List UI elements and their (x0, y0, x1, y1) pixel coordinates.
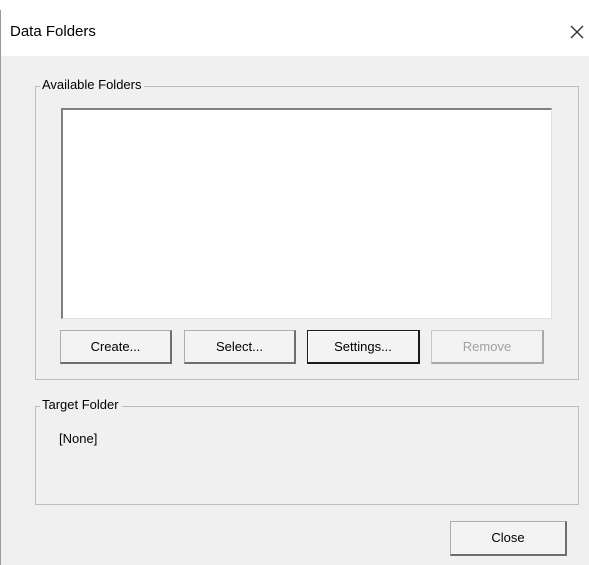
available-folders-group: Available Folders Create... Select... Se… (35, 77, 579, 380)
title-bar: Data Folders (1, 10, 589, 56)
window-title: Data Folders (10, 23, 96, 40)
target-folder-group: Target Folder [None] (35, 397, 579, 505)
select-button[interactable]: Select... (184, 330, 296, 364)
target-folder-value: [None] (59, 431, 98, 446)
create-button[interactable]: Create... (60, 330, 172, 364)
available-folders-label: Available Folders (40, 77, 145, 93)
available-folders-list[interactable] (61, 108, 552, 319)
close-x-glyph (570, 25, 584, 39)
target-folder-label: Target Folder (40, 397, 122, 413)
close-button[interactable]: Close (450, 521, 567, 556)
data-folders-dialog: Data Folders Available Folders Create...… (0, 10, 589, 565)
close-x-icon[interactable] (561, 18, 589, 48)
settings-button[interactable]: Settings... (307, 330, 420, 364)
remove-button[interactable]: Remove (431, 330, 544, 364)
